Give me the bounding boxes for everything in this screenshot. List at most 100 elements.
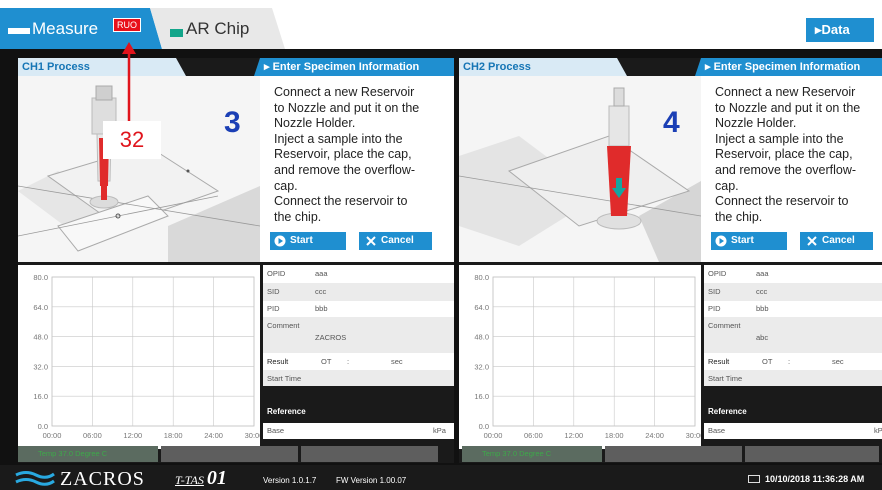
pid-row[interactable]: PID bbb: [263, 301, 454, 317]
status-cell: [161, 446, 298, 462]
channel-title: CH1 Process: [18, 58, 186, 76]
specimen-info-table: OPID aaa SID ccc PID bbb Comment abc Res…: [704, 265, 882, 439]
close-icon: [807, 236, 817, 246]
result-ot: OT: [321, 357, 332, 366]
x-tick-label: 00:00: [484, 431, 503, 440]
play-icon: [715, 235, 727, 247]
ruo-badge: RUO: [113, 18, 141, 32]
base-unit: kPa: [874, 426, 882, 435]
pid-value: bbb: [756, 304, 769, 313]
comment-label: Comment: [708, 321, 741, 330]
firmware-version: FW Version 1.00.07: [336, 476, 407, 485]
x-tick-label: 18:00: [164, 431, 183, 440]
cancel-button-label: Cancel: [381, 235, 414, 246]
pressure-chart: 80.0 64.0 48.0 32.0 16.0 0.0 00:00 06:00 12:00 18…: [459, 265, 701, 449]
comment-label: Comment: [267, 321, 300, 330]
channel-1-panel: CH1 Process ▸ Enter Specimen Information…: [18, 58, 454, 463]
instruction-panel: Connect a new Reservoir to Nozzle and pu…: [260, 76, 454, 262]
opid-label: OPID: [267, 269, 286, 278]
process-illustration: 3: [18, 76, 260, 262]
result-colon: :: [788, 357, 791, 366]
x-tick-label: 18:00: [605, 431, 624, 440]
process-illustration: 4: [459, 76, 701, 262]
start-button-label: Start: [731, 235, 754, 246]
data-button[interactable]: ▸Data: [806, 18, 874, 42]
channel-header: CH1 Process ▸ Enter Specimen Information: [18, 58, 454, 76]
x-tick-label: 30:00: [686, 431, 701, 440]
start-time-label: Start Time: [267, 374, 302, 383]
instruction-text: Connect a new Reservoir to Nozzle and pu…: [715, 85, 861, 224]
cancel-button[interactable]: Cancel: [800, 232, 873, 250]
pid-value: bbb: [315, 304, 328, 313]
reference-label: Reference: [267, 407, 306, 416]
start-time-row: Start Time: [704, 370, 882, 386]
sid-row[interactable]: SID ccc: [263, 283, 454, 301]
start-time-row: Start Time: [263, 370, 454, 386]
y-tick-label: 80.0: [33, 273, 48, 282]
annotation-callout: 32: [103, 121, 161, 159]
cancel-button[interactable]: Cancel: [359, 232, 432, 250]
temperature-status: Temp 37.0 Degree C: [462, 446, 602, 462]
comment-row[interactable]: Comment ZACROS: [263, 317, 454, 353]
pid-row[interactable]: PID bbb: [704, 301, 882, 317]
temperature-status: Temp 37.0 Degree C: [18, 446, 158, 462]
y-tick-label: 32.0: [474, 362, 489, 371]
start-time-label: Start Time: [708, 374, 743, 383]
y-tick-label: 16.0: [474, 392, 489, 401]
x-tick-label: 06:00: [83, 431, 102, 440]
current-datetime: 10/10/2018 11:36:28 AM: [765, 474, 865, 484]
software-version: Version 1.0.1.7: [263, 476, 317, 485]
y-tick-label: 0.0: [479, 422, 489, 431]
y-tick-label: 48.0: [474, 333, 489, 342]
result-row: Result OT : sec: [263, 353, 454, 370]
sid-value: ccc: [315, 287, 327, 296]
close-icon: [366, 236, 376, 246]
tab-ar-chip-label: AR Chip: [186, 19, 250, 38]
result-unit: sec: [832, 357, 844, 366]
start-button[interactable]: Start: [270, 232, 346, 250]
plot-area: [51, 276, 255, 427]
opid-label: OPID: [708, 269, 727, 278]
comment-row[interactable]: Comment abc: [704, 317, 882, 353]
x-tick-label: 24:00: [204, 431, 223, 440]
company-logo-text: ZACROS: [60, 468, 145, 490]
start-button[interactable]: Start: [711, 232, 787, 250]
result-row: Result OT : sec: [704, 353, 882, 370]
zacros-logo-icon: [15, 471, 55, 486]
tab-measure-label: Measure: [32, 19, 99, 38]
specimen-header: ▸ Enter Specimen Information: [695, 58, 882, 76]
opid-row[interactable]: OPID aaa: [704, 265, 882, 283]
base-row: Base kPa: [704, 423, 882, 439]
result-label: Result: [708, 357, 730, 366]
x-tick-label: 30:00: [245, 431, 260, 440]
status-cell: [605, 446, 742, 462]
x-tick-label: 06:00: [524, 431, 543, 440]
sid-row[interactable]: SID ccc: [704, 283, 882, 301]
y-tick-label: 80.0: [474, 273, 489, 282]
channel-2-panel: CH2 Process ▸ Enter Specimen Information…: [459, 58, 882, 463]
x-tick-label: 24:00: [645, 431, 664, 440]
channel-title: CH2 Process: [459, 58, 627, 76]
tab-ar-chip[interactable]: AR Chip: [150, 8, 285, 49]
play-icon: [274, 235, 286, 247]
base-label: Base: [267, 426, 285, 435]
data-button-label: Data: [821, 22, 850, 37]
instruction-panel: Connect a new Reservoir to Nozzle and pu…: [701, 76, 882, 262]
result-colon: :: [347, 357, 350, 366]
y-tick-label: 16.0: [33, 392, 48, 401]
status-cell: [301, 446, 438, 462]
keyboard-icon[interactable]: [748, 475, 760, 483]
result-label: Result: [267, 357, 289, 366]
pid-label: PID: [267, 304, 280, 313]
opid-row[interactable]: OPID aaa: [263, 265, 454, 283]
comment-value: ZACROS: [315, 333, 347, 342]
y-tick-label: 48.0: [33, 333, 48, 342]
plot-area: [492, 276, 696, 427]
y-tick-label: 32.0: [33, 362, 48, 371]
base-unit: kPa: [433, 426, 446, 435]
sid-value: ccc: [756, 287, 768, 296]
step-number: 3: [224, 106, 241, 139]
x-tick-label: 12:00: [564, 431, 583, 440]
product-logo: T-TAS 01: [175, 467, 227, 489]
step-number: 4: [663, 106, 680, 139]
